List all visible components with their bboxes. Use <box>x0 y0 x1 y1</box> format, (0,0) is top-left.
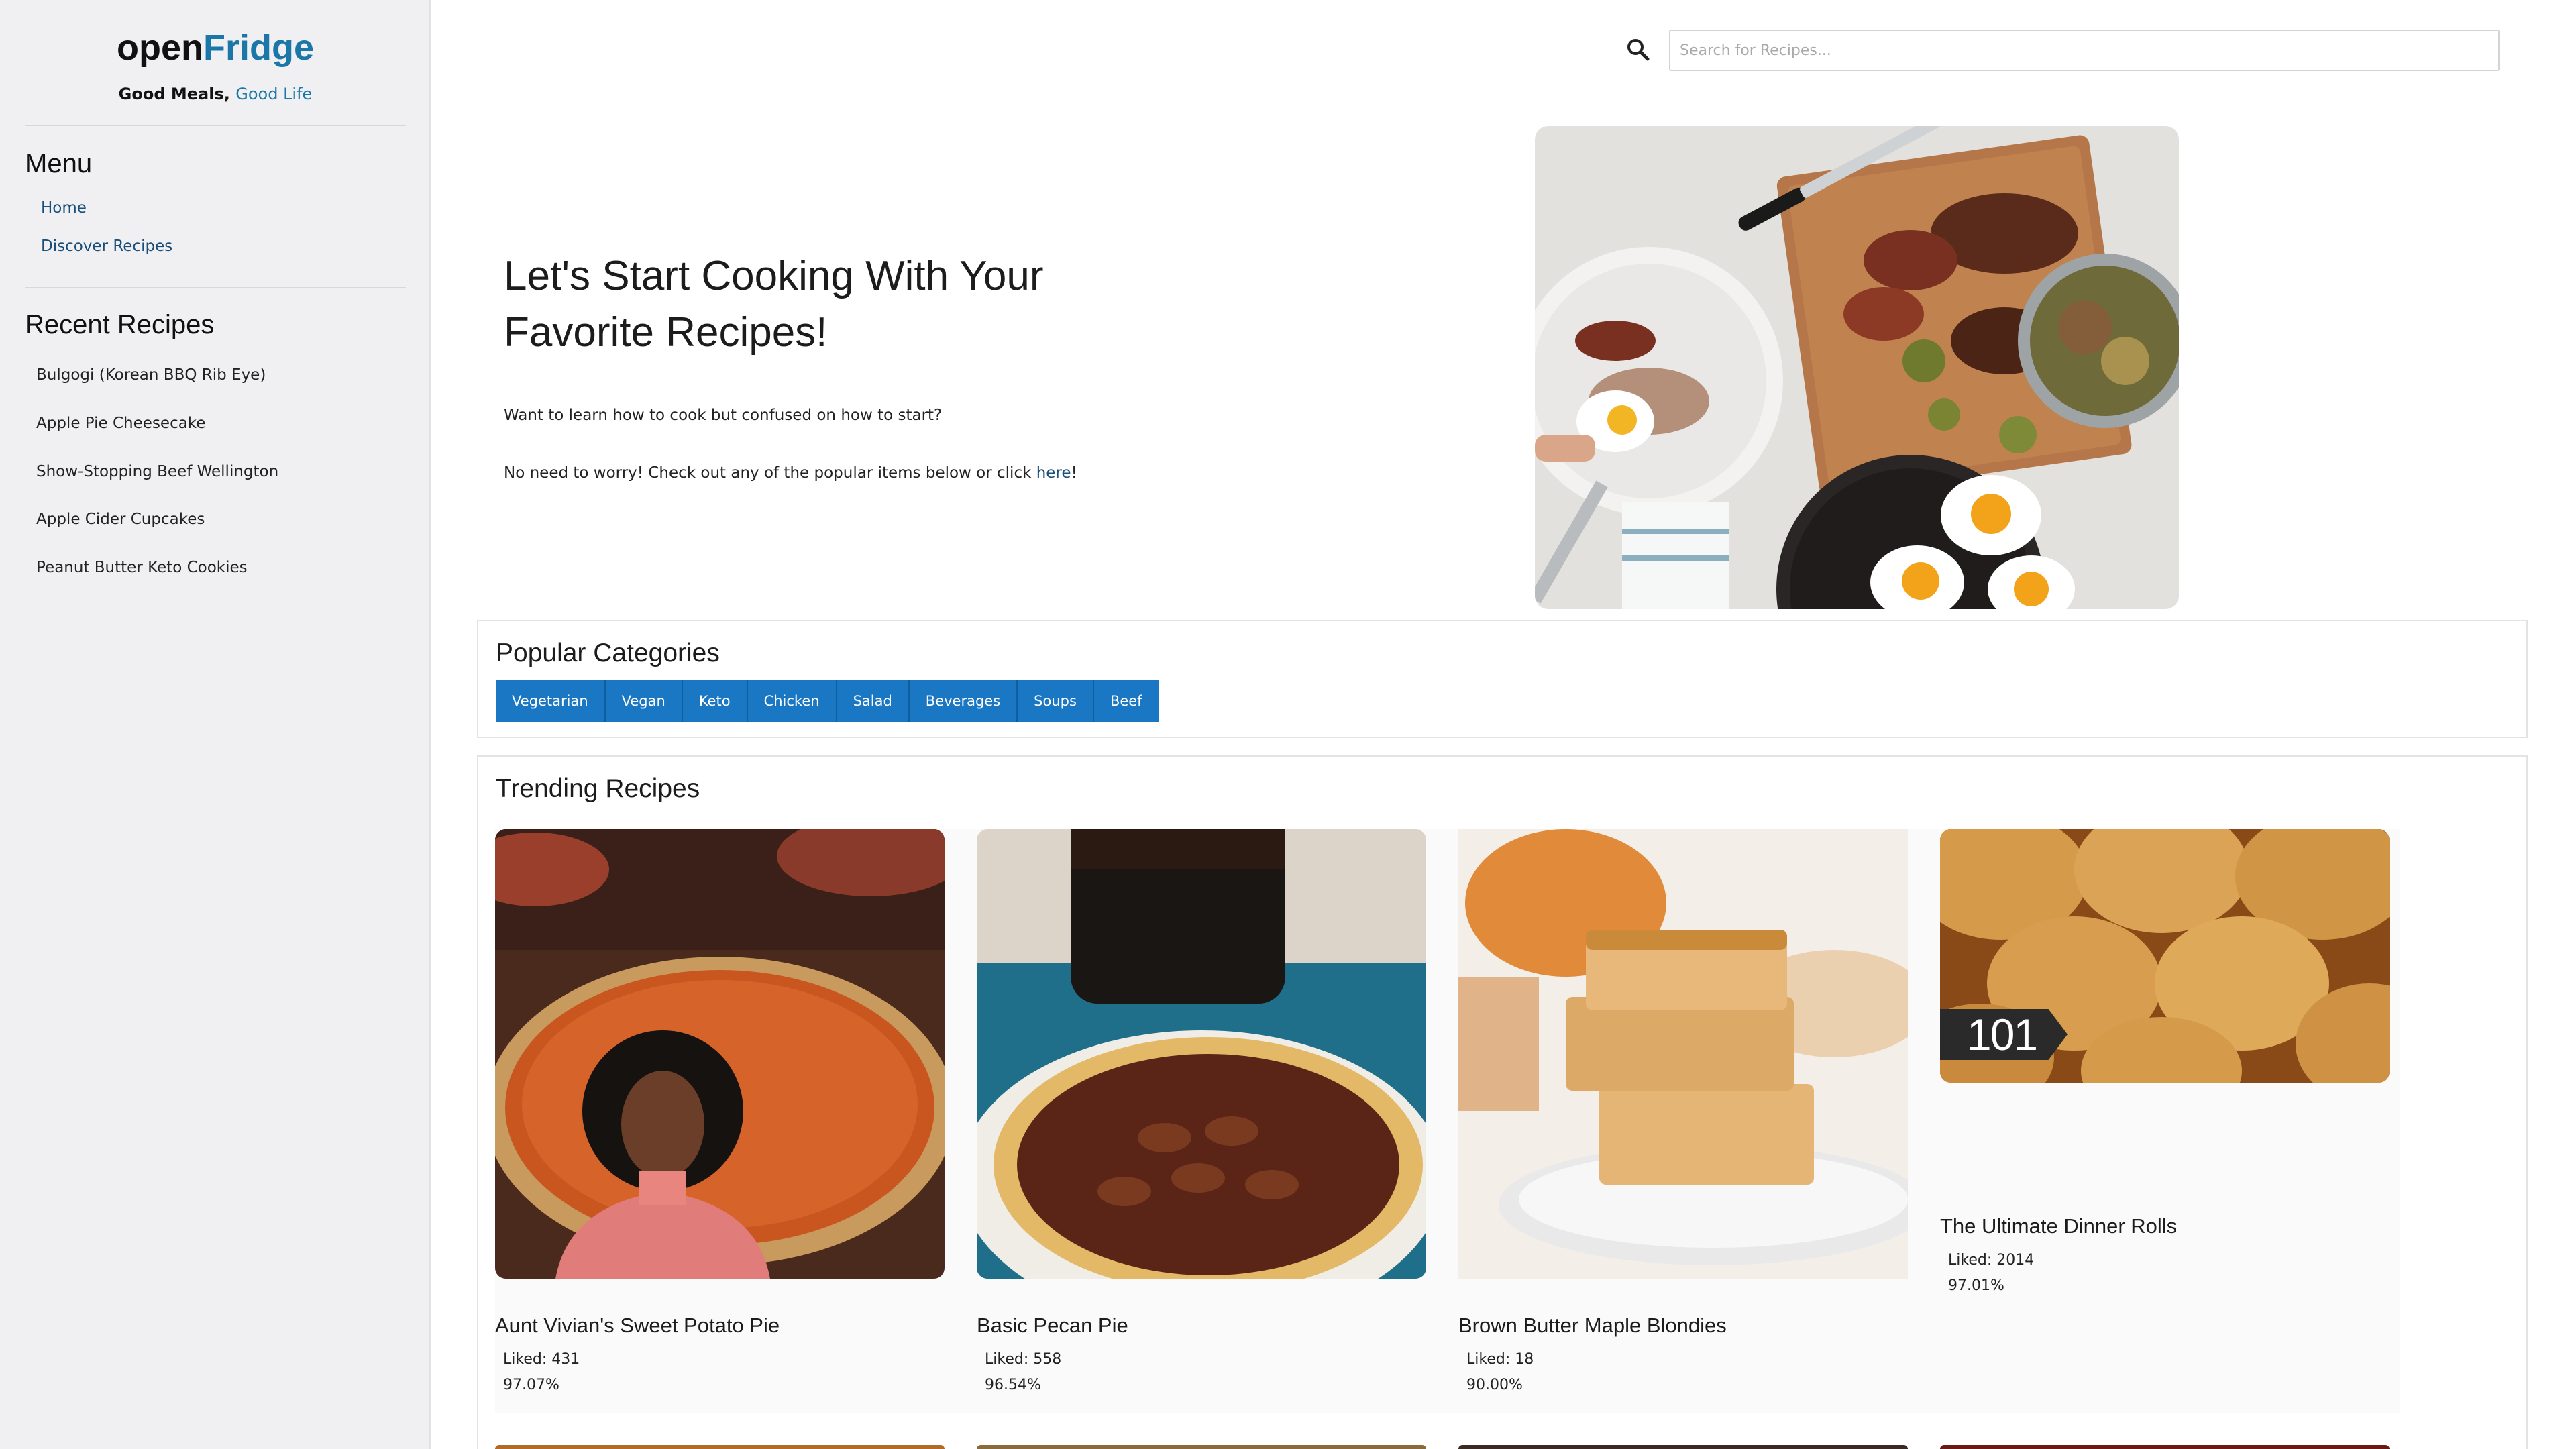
recipe-card-rating: 97.07% <box>503 1377 559 1393</box>
recipe-card-image[interactable] <box>977 829 1426 1279</box>
recent-recipe-item[interactable]: Show-Stopping Beef Wellington <box>36 463 278 480</box>
popular-categories-panel: Popular Categories Vegetarian Vegan Keto… <box>477 620 2528 738</box>
divider <box>25 287 406 288</box>
sidebar-item-home[interactable]: Home <box>41 199 87 217</box>
recipe-card-rating: 96.54% <box>985 1377 1041 1393</box>
hero-cta-prefix: No need to worry! Check out any of the p… <box>504 464 1032 482</box>
recipe-card-title[interactable]: Aunt Vivian's Sweet Potato Pie <box>495 1313 780 1338</box>
hero-title: Let's Start Cooking With Your Favorite R… <box>504 253 1044 356</box>
hero-intro-text: Want to learn how to cook but confused o… <box>504 407 943 424</box>
recipe-card-title[interactable]: Brown Butter Maple Blondies <box>1458 1313 1727 1338</box>
recipe-card-image[interactable] <box>1458 829 1908 1279</box>
hero-food-image <box>1535 126 2179 609</box>
trending-recipes-heading: Trending Recipes <box>496 774 700 803</box>
divider <box>25 125 406 126</box>
tagline-part2: Good Life <box>235 85 313 103</box>
popular-categories-heading: Popular Categories <box>496 639 720 667</box>
next-row-card-image[interactable] <box>977 1445 1426 1449</box>
next-row-card-image[interactable] <box>495 1445 945 1449</box>
search-icon[interactable] <box>1626 38 1650 62</box>
sidebar: openFridge Good Meals, Good Life Menu Ho… <box>0 0 431 1449</box>
recipe-card-likes: Liked: 431 <box>503 1351 580 1368</box>
hero-cta-suffix: ! <box>1071 464 1077 482</box>
recipe-card-image[interactable] <box>495 829 945 1279</box>
recipe-card-rating: 97.01% <box>1948 1277 2004 1294</box>
recent-recipe-item[interactable]: Apple Cider Cupcakes <box>36 511 205 528</box>
recipe-card-image[interactable]: 101 <box>1940 829 2390 1083</box>
recipe-card-badge-text: 101 <box>1967 1010 2038 1059</box>
brand-logo[interactable]: openFridge <box>0 27 431 68</box>
category-button-beef[interactable]: Beef <box>1093 680 1159 722</box>
recipe-card-rating: 90.00% <box>1466 1377 1523 1393</box>
category-button-vegan[interactable]: Vegan <box>605 680 683 722</box>
category-button-chicken[interactable]: Chicken <box>747 680 837 722</box>
recipe-card-likes: Liked: 2014 <box>1948 1252 2035 1269</box>
recipe-card-title[interactable]: Basic Pecan Pie <box>977 1313 1128 1338</box>
recent-recipe-item[interactable]: Bulgogi (Korean BBQ Rib Eye) <box>36 366 266 384</box>
hero-cta-text: No need to worry! Check out any of the p… <box>504 464 1077 482</box>
category-button-keto[interactable]: Keto <box>682 680 748 722</box>
recipe-card-likes: Liked: 18 <box>1466 1351 1534 1368</box>
recent-recipe-item[interactable]: Apple Pie Cheesecake <box>36 415 205 432</box>
recent-recipe-item[interactable]: Peanut Butter Keto Cookies <box>36 559 248 576</box>
category-button-beverages[interactable]: Beverages <box>909 680 1018 722</box>
hero-here-link[interactable]: here <box>1036 464 1071 482</box>
next-row-card-image[interactable] <box>1458 1445 1908 1449</box>
tagline-part1: Good Meals, <box>118 85 230 103</box>
brand-name-part1: open <box>116 28 203 68</box>
category-button-salad[interactable]: Salad <box>837 680 910 722</box>
sidebar-item-discover-recipes[interactable]: Discover Recipes <box>41 237 172 255</box>
next-row-card-image[interactable] <box>1940 1445 2390 1449</box>
category-button-soups[interactable]: Soups <box>1018 680 1094 722</box>
brand-name-part2: Fridge <box>203 28 314 68</box>
recipe-card-title[interactable]: The Ultimate Dinner Rolls <box>1940 1214 2177 1238</box>
category-button-group: Vegetarian Vegan Keto Chicken Salad Beve… <box>496 680 1159 722</box>
menu-heading: Menu <box>25 149 93 178</box>
recipe-card-likes: Liked: 558 <box>985 1351 1062 1368</box>
search-input[interactable] <box>1669 30 2500 71</box>
recent-recipes-heading: Recent Recipes <box>25 310 215 339</box>
brand-tagline: Good Meals, Good Life <box>0 85 431 103</box>
category-button-vegetarian[interactable]: Vegetarian <box>496 680 606 722</box>
